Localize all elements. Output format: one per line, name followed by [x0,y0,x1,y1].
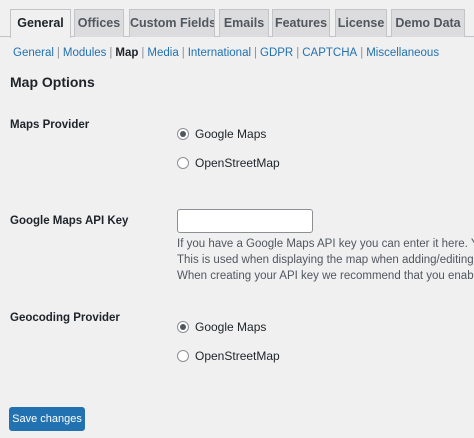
save-changes-button[interactable]: Save changes [9,407,85,431]
geocoding-provider-osm-radio[interactable]: OpenStreetMap [177,349,280,363]
tab-emails[interactable]: Emails [219,9,269,37]
subnav-miscellaneous[interactable]: Miscellaneous [366,47,439,59]
subnav-separator: | [109,47,113,59]
subnav-separator: | [181,47,185,59]
api-key-description: If you have a Google Maps API key you ca… [177,236,474,284]
sub-navigation: General | Modules | Map | Media | Intern… [13,45,439,61]
api-key-input[interactable] [177,209,313,233]
radio-label: OpenStreetMap [195,156,280,170]
radio-unchecked-icon [177,157,189,169]
geocoding-provider-google-radio[interactable]: Google Maps [177,320,266,334]
subnav-map: Map [115,47,139,59]
api-key-label: Google Maps API Key [10,215,129,227]
subnav-gdpr[interactable]: GDPR [260,47,293,59]
maps-provider-osm-radio[interactable]: OpenStreetMap [177,156,280,170]
subnav-modules[interactable]: Modules [63,47,106,59]
subnav-separator: | [296,47,300,59]
subnav-general[interactable]: General [13,47,54,59]
radio-checked-icon [177,321,189,333]
radio-label: Google Maps [195,320,267,334]
tab-features[interactable]: Features [272,9,330,37]
tab-offices[interactable]: Offices [74,9,124,37]
subnav-separator: | [360,47,364,59]
maps-provider-label: Maps Provider [10,119,90,131]
subnav-separator: | [56,47,60,59]
tab-bar: General Offices Custom Fields Emails Fea… [0,0,474,38]
subnav-captcha[interactable]: CAPTCHA [302,47,357,59]
subnav-separator: | [254,47,258,59]
tab-demo-data[interactable]: Demo Data [391,9,465,37]
description-line: This is used when displaying the map whe… [177,254,474,266]
radio-unchecked-icon [177,350,189,362]
radio-label: OpenStreetMap [195,349,280,363]
settings-page: General Offices Custom Fields Emails Fea… [0,0,474,438]
radio-label: Google Maps [195,127,267,141]
section-title: Map Options [10,74,95,90]
tab-general[interactable]: General [10,9,71,38]
subnav-international[interactable]: International [188,47,251,59]
description-line: If you have a Google Maps API key you ca… [177,238,474,250]
subnav-separator: | [141,47,145,59]
subnav-media[interactable]: Media [147,47,178,59]
maps-provider-google-radio[interactable]: Google Maps [177,127,266,141]
tab-custom-fields[interactable]: Custom Fields [129,9,215,37]
radio-checked-icon [177,128,189,140]
tab-license[interactable]: License [335,9,387,37]
description-line: When creating your API key we recommend … [177,270,474,282]
geocoding-provider-label: Geocoding Provider [10,312,120,324]
